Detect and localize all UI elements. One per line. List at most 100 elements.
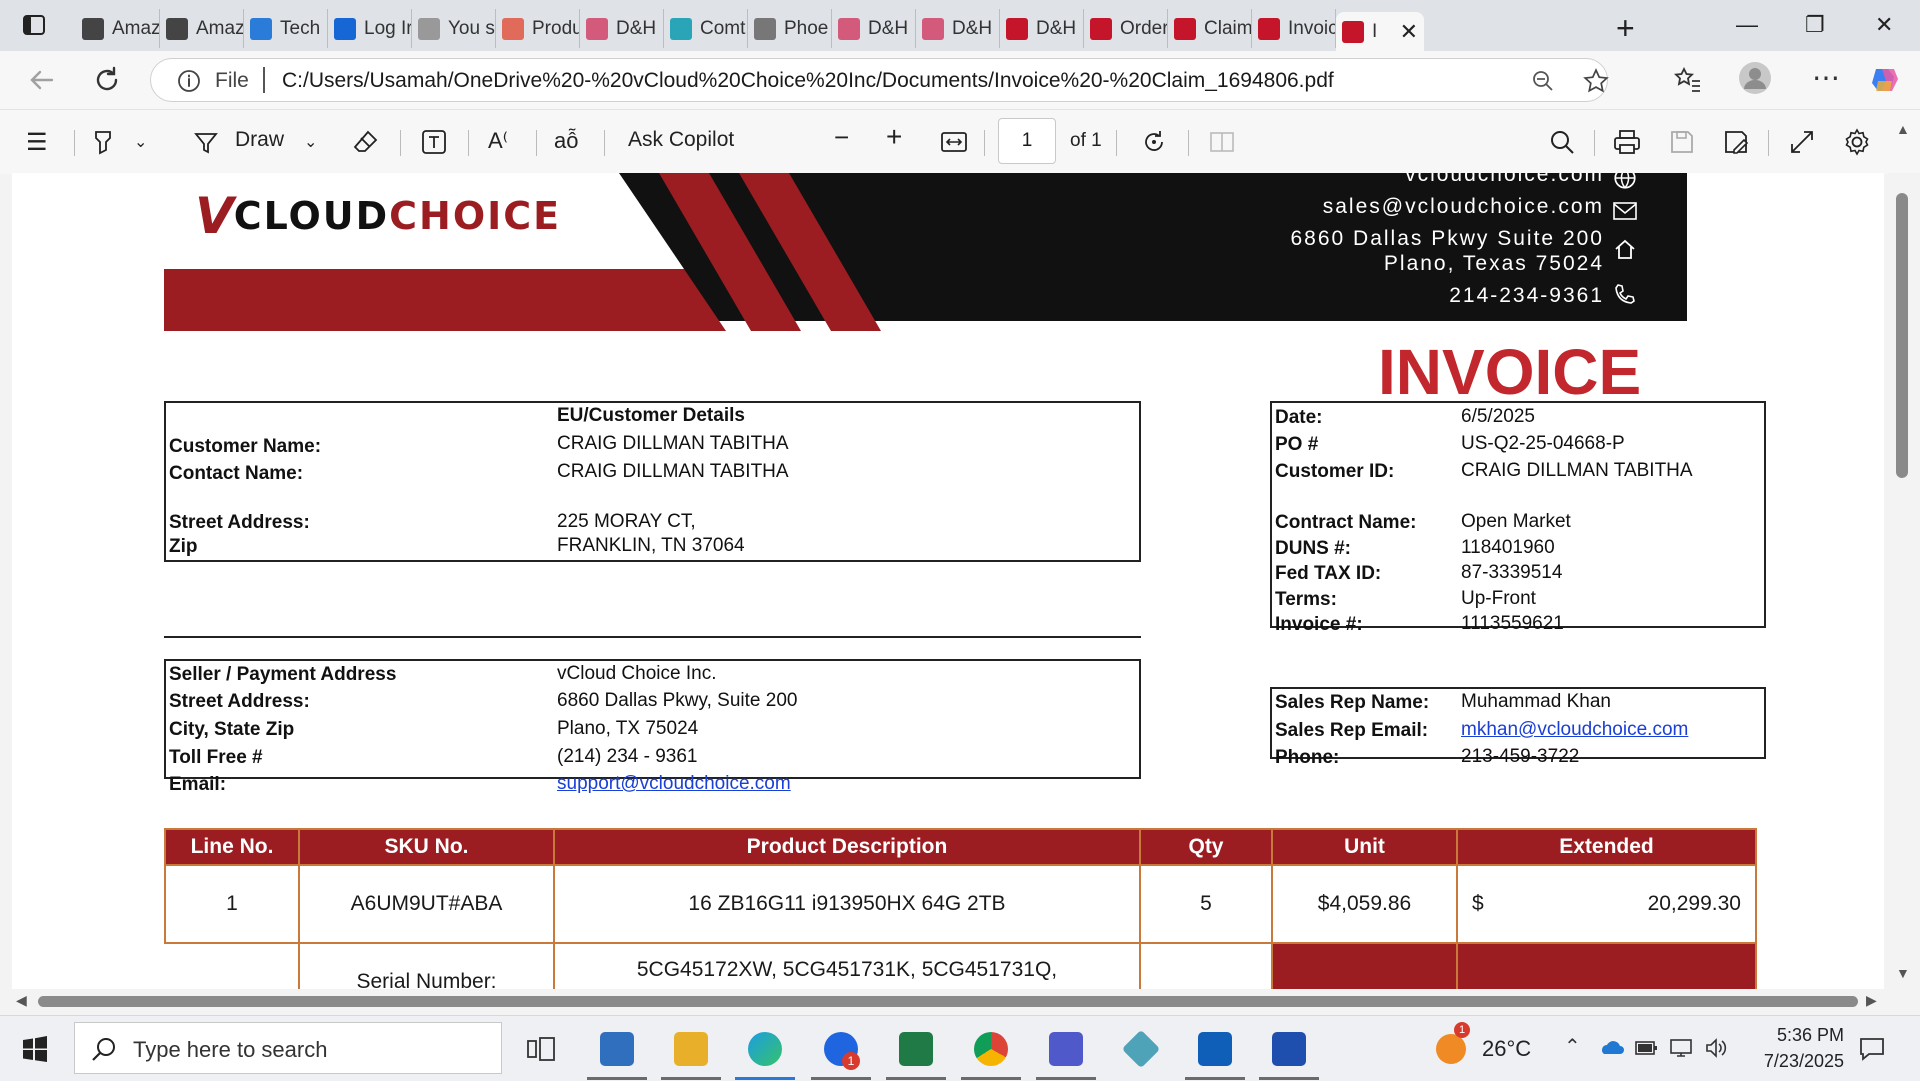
task-view-icon[interactable] bbox=[524, 1032, 558, 1066]
back-icon[interactable] bbox=[26, 65, 56, 95]
browser-tab[interactable]: D&H bbox=[916, 9, 1000, 48]
horizontal-scroll-thumb[interactable] bbox=[38, 996, 1858, 1007]
restore-button[interactable]: ❐ bbox=[1805, 12, 1825, 38]
fullscreen-icon[interactable] bbox=[1788, 128, 1816, 156]
draw-button[interactable]: Draw bbox=[235, 128, 284, 152]
windows-taskbar: Type here to search 1 1 26°C ⌃ 5:36 PM 7… bbox=[0, 1015, 1920, 1081]
zoom-out-icon[interactable] bbox=[1531, 69, 1555, 93]
url-text[interactable]: C:/Users/Usamah/OneDrive%20-%20vCloud%20… bbox=[282, 69, 1334, 93]
close-window-button[interactable]: ✕ bbox=[1875, 12, 1893, 38]
battery-icon[interactable] bbox=[1634, 1038, 1658, 1058]
page-view-icon[interactable] bbox=[1208, 130, 1236, 154]
edge-browser-icon[interactable] bbox=[748, 1032, 782, 1066]
toolbar-divider bbox=[1188, 130, 1189, 156]
scroll-right-arrow-icon[interactable]: ▶ bbox=[1866, 992, 1877, 1009]
notifications-icon[interactable] bbox=[1858, 1036, 1886, 1062]
contents-icon[interactable]: ☰ bbox=[26, 128, 48, 157]
browser-tab[interactable]: D&H bbox=[580, 9, 664, 48]
sales-rep-email-link[interactable]: mkhan@vcloudchoice.com bbox=[1461, 719, 1688, 741]
url-field[interactable]: File C:/Users/Usamah/OneDrive%20-%20vClo… bbox=[150, 58, 1609, 102]
seller-label: Street Address: bbox=[169, 691, 310, 712]
close-tab-icon[interactable]: ✕ bbox=[1400, 19, 1418, 45]
vertical-scrollbar[interactable]: ▲ ▼ bbox=[1888, 121, 1920, 989]
tab-actions-icon[interactable] bbox=[22, 13, 46, 37]
volume-icon[interactable] bbox=[1704, 1037, 1728, 1059]
file-explorer-icon[interactable] bbox=[674, 1032, 708, 1066]
tab-label: Tech I bbox=[280, 17, 328, 39]
minimize-button[interactable]: — bbox=[1736, 12, 1758, 38]
browser-tab[interactable]: Log Ir bbox=[328, 9, 412, 48]
browser-tab[interactable]: D&H bbox=[1000, 9, 1084, 48]
browser-tab[interactable]: Amaz bbox=[76, 9, 160, 48]
page-number-input[interactable]: 1 bbox=[998, 118, 1056, 164]
scroll-up-arrow-icon[interactable]: ▲ bbox=[1896, 121, 1910, 137]
new-tab-button[interactable]: + bbox=[1616, 10, 1635, 47]
find-icon[interactable] bbox=[1548, 128, 1576, 156]
zoom-out-button[interactable]: − bbox=[834, 122, 849, 153]
print-icon[interactable] bbox=[1612, 128, 1642, 156]
browser-tab[interactable]: Comt bbox=[664, 9, 748, 48]
highlight-icon[interactable] bbox=[90, 128, 118, 156]
zoom-in-button[interactable]: + bbox=[886, 121, 902, 153]
clock-time[interactable]: 5:36 PM bbox=[1752, 1025, 1844, 1046]
add-text-icon[interactable] bbox=[420, 128, 448, 156]
windows-start-icon[interactable] bbox=[22, 1036, 48, 1062]
browser-tab[interactable]: Tech I bbox=[244, 9, 328, 48]
browser-tab[interactable]: Produ bbox=[496, 9, 580, 48]
highlight-dropdown-chevron-icon[interactable]: ⌄ bbox=[134, 132, 147, 152]
tab-label: I bbox=[1372, 20, 1378, 42]
draw-dropdown-chevron-icon[interactable]: ⌄ bbox=[304, 132, 317, 152]
ask-copilot-button[interactable]: Ask Copilot bbox=[628, 128, 734, 152]
favorite-star-icon[interactable] bbox=[1583, 68, 1609, 94]
scroll-left-arrow-icon[interactable]: ◀ bbox=[16, 992, 27, 1009]
more-options-icon[interactable]: ⋯ bbox=[1812, 61, 1840, 94]
draw-icon[interactable] bbox=[192, 128, 220, 156]
horizontal-scrollbar[interactable]: ◀ ▶ bbox=[0, 989, 1888, 1015]
network-icon[interactable] bbox=[1668, 1038, 1694, 1058]
settings-gear-icon[interactable] bbox=[1842, 127, 1872, 157]
tab-label: D&H bbox=[1036, 17, 1077, 39]
temperature-label[interactable]: 26°C bbox=[1482, 1036, 1531, 1062]
browser-tab[interactable]: Phoe bbox=[748, 9, 832, 48]
profile-avatar-icon[interactable] bbox=[1738, 61, 1772, 95]
taskbar-search-placeholder: Type here to search bbox=[133, 1037, 328, 1062]
teams-app-icon[interactable] bbox=[1049, 1032, 1083, 1066]
pdf-icon bbox=[1090, 17, 1112, 40]
eraser-icon[interactable] bbox=[352, 128, 380, 156]
save-as-icon[interactable] bbox=[1722, 128, 1750, 156]
browser-tab[interactable]: You s bbox=[412, 9, 496, 48]
outlook-app-icon[interactable] bbox=[1198, 1032, 1232, 1066]
browser-tab[interactable]: Amaz bbox=[160, 9, 244, 48]
pdf-document-viewport[interactable]: V CLOUD CHOICE vcloudchoice.com sales@vc… bbox=[12, 173, 1884, 989]
taskbar-search-box[interactable]: Type here to search bbox=[74, 1022, 502, 1074]
show-hidden-icons-chevron-icon[interactable]: ⌃ bbox=[1564, 1034, 1581, 1059]
translate-icon[interactable]: aỗ bbox=[554, 128, 578, 154]
onedrive-cloud-icon[interactable] bbox=[1598, 1038, 1624, 1056]
tab-label: Amaz bbox=[196, 17, 244, 39]
customer-details-heading: EU/Customer Details bbox=[557, 405, 745, 426]
browser-tab[interactable]: Order bbox=[1084, 9, 1168, 48]
read-aloud-icon[interactable]: A⁽ bbox=[488, 128, 508, 154]
chrome-browser-icon[interactable] bbox=[974, 1032, 1008, 1066]
browser-tab[interactable]: Invoic bbox=[1252, 9, 1336, 48]
scroll-down-arrow-icon[interactable]: ▼ bbox=[1896, 965, 1910, 981]
tab-active[interactable]: I ✕ bbox=[1336, 12, 1424, 51]
weather-icon[interactable] bbox=[1436, 1034, 1466, 1064]
calculator-app-icon[interactable] bbox=[600, 1032, 634, 1066]
vertical-scroll-thumb[interactable] bbox=[1896, 193, 1908, 478]
diamond-app-icon[interactable] bbox=[1121, 1029, 1161, 1069]
info-icon[interactable] bbox=[177, 69, 201, 93]
excel-app-icon[interactable] bbox=[899, 1032, 933, 1066]
mail-icon bbox=[1613, 202, 1637, 220]
copilot-icon[interactable] bbox=[1868, 63, 1902, 97]
save-icon[interactable] bbox=[1668, 128, 1696, 156]
rotate-icon[interactable] bbox=[1140, 128, 1168, 156]
refresh-icon[interactable] bbox=[92, 65, 122, 95]
browser-tab[interactable]: D&H bbox=[832, 9, 916, 48]
browser-tab[interactable]: Claim bbox=[1168, 9, 1252, 48]
word-app-icon[interactable] bbox=[1272, 1032, 1306, 1066]
favorites-list-icon[interactable] bbox=[1672, 65, 1702, 95]
seller-email-link[interactable]: support@vcloudchoice.com bbox=[557, 773, 791, 795]
clock-date[interactable]: 7/23/2025 bbox=[1748, 1051, 1844, 1072]
fit-to-width-icon[interactable] bbox=[940, 130, 968, 154]
